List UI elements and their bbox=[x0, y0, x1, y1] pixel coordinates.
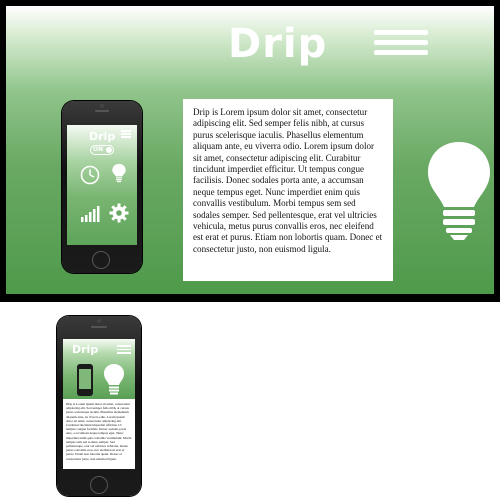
hamburger-menu-icon[interactable] bbox=[374, 30, 428, 56]
mobile-screen: Drip Drip is Lorem ipsum dolor sit amet,… bbox=[63, 339, 135, 469]
desktop-screen: Drip Drip ON Drip is Lorem ipsum dolor s… bbox=[6, 6, 494, 294]
gear-icon[interactable] bbox=[109, 203, 129, 223]
lightbulb-icon[interactable] bbox=[109, 163, 129, 183]
phone-screen: Drip ON bbox=[67, 125, 137, 245]
phone-mockup: Drip ON bbox=[62, 101, 142, 273]
mobile-preview-phone: Drip Drip is Lorem ipsum dolor sit amet,… bbox=[57, 316, 141, 496]
toggle-label: ON bbox=[93, 146, 104, 153]
lightbulb-icon bbox=[104, 364, 124, 395]
phone-speaker bbox=[95, 110, 109, 112]
hamburger-menu-icon[interactable] bbox=[117, 345, 131, 354]
phone-menu-icon[interactable] bbox=[121, 130, 131, 138]
phone-speaker bbox=[91, 326, 107, 328]
power-toggle[interactable]: ON bbox=[90, 145, 114, 155]
mobile-header: Drip bbox=[63, 339, 135, 399]
phone-home-button bbox=[92, 251, 110, 269]
phone-home-button bbox=[90, 476, 108, 494]
mobile-description-text: Drip is Lorem ipsum dolor sit amet, cons… bbox=[66, 402, 132, 461]
description-text: Drip is Lorem ipsum dolor sit amet, cons… bbox=[193, 107, 383, 254]
mobile-logo[interactable]: Drip bbox=[72, 343, 98, 356]
clock-icon[interactable] bbox=[80, 165, 100, 185]
toggle-knob bbox=[106, 147, 112, 153]
mobile-description: Drip is Lorem ipsum dolor sit amet, cons… bbox=[66, 402, 132, 468]
phone-camera bbox=[97, 319, 101, 323]
description-panel: Drip is Lorem ipsum dolor sit amet, cons… bbox=[183, 99, 393, 281]
phone-image bbox=[77, 364, 93, 396]
site-logo[interactable]: Drip bbox=[228, 24, 327, 64]
phone-camera bbox=[100, 104, 104, 108]
signal-bars-icon[interactable] bbox=[80, 203, 100, 223]
lightbulb-icon bbox=[428, 142, 490, 240]
phone-app-logo: Drip bbox=[89, 130, 116, 143]
desktop-mockup: Drip Drip ON Drip is Lorem ipsum dolor s… bbox=[0, 0, 500, 302]
